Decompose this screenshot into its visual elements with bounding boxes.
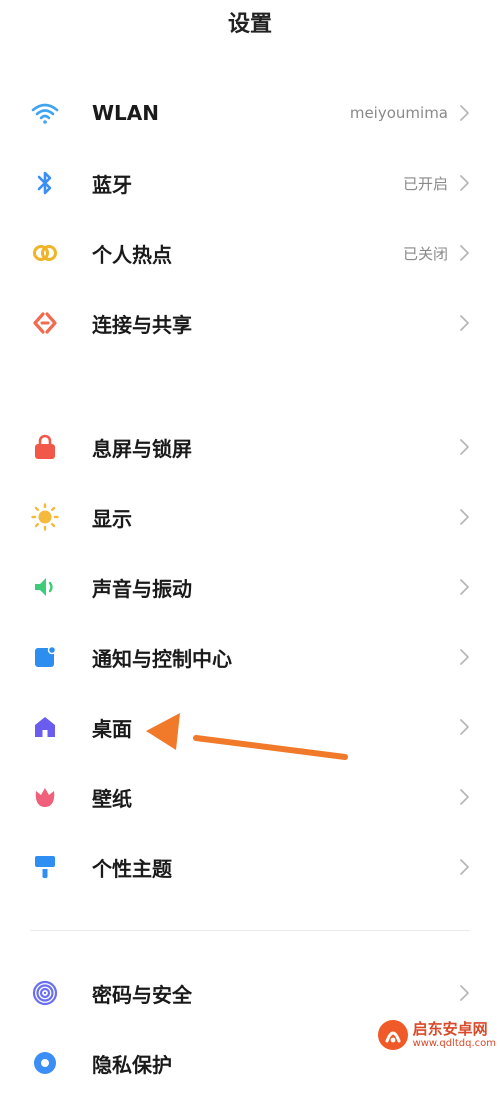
notification-icon (30, 642, 60, 672)
settings-item-label: 壁纸 (92, 786, 132, 811)
settings-item-sound[interactable]: 声音与振动 (0, 556, 500, 618)
chevron-right-icon (460, 175, 469, 191)
settings-item-label: 通知与控制中心 (92, 646, 232, 671)
paint-roller-icon (30, 852, 60, 882)
settings-item-label: 显示 (92, 506, 132, 531)
connection-sharing-icon (30, 308, 60, 338)
chevron-right-icon (460, 105, 469, 121)
watermark-logo: 启东安卓网 www.qdltdq.com (377, 1019, 496, 1051)
settings-item-label: WLAN (92, 101, 160, 125)
settings-item-label: 桌面 (92, 716, 132, 741)
flower-icon (30, 782, 60, 812)
settings-item-label: 息屏与锁屏 (92, 436, 192, 461)
sun-icon (30, 502, 60, 532)
settings-item-wallpaper[interactable]: 壁纸 (0, 766, 500, 828)
settings-item-notification[interactable]: 通知与控制中心 (0, 626, 500, 688)
settings-item-display[interactable]: 显示 (0, 486, 500, 548)
chevron-right-icon (460, 579, 469, 595)
wlan-network-name: meiyoumima (349, 104, 448, 122)
privacy-icon (30, 1048, 60, 1078)
settings-item-label: 个人热点 (92, 242, 172, 267)
hotspot-status: 已关闭 (402, 244, 448, 263)
bluetooth-status: 已开启 (402, 174, 448, 193)
section-divider (30, 930, 470, 931)
settings-item-label: 连接与共享 (92, 312, 192, 337)
home-icon (30, 712, 60, 742)
settings-item-label: 密码与安全 (92, 982, 192, 1007)
bluetooth-icon (30, 168, 60, 198)
settings-item-theme[interactable]: 个性主题 (0, 836, 500, 898)
settings-item-lockscreen[interactable]: 息屏与锁屏 (0, 416, 500, 478)
settings-item-wlan[interactable]: WLAN meiyoumima (0, 82, 500, 144)
settings-item-desktop[interactable]: 桌面 (0, 696, 500, 758)
chevron-right-icon (460, 649, 469, 665)
fingerprint-icon (30, 978, 60, 1008)
chevron-right-icon (460, 245, 469, 261)
hotspot-icon (30, 238, 60, 268)
speaker-icon (30, 572, 60, 602)
page-title: 设置 (227, 12, 272, 37)
settings-item-hotspot[interactable]: 个人热点 已关闭 (0, 222, 500, 284)
settings-item-label: 蓝牙 (92, 172, 132, 197)
settings-item-label: 隐私保护 (92, 1052, 172, 1077)
chevron-right-icon (460, 509, 469, 525)
lock-icon (30, 432, 60, 462)
settings-item-label: 声音与振动 (92, 576, 192, 601)
settings-item-label: 个性主题 (92, 856, 172, 881)
chevron-right-icon (460, 315, 469, 331)
chevron-right-icon (460, 439, 469, 455)
chevron-right-icon (460, 985, 469, 1001)
wifi-icon (30, 98, 60, 128)
settings-item-security[interactable]: 密码与安全 (0, 962, 500, 1024)
chevron-right-icon (460, 859, 469, 875)
chevron-right-icon (460, 719, 469, 735)
watermark-url: www.qdltdq.com (412, 1037, 496, 1049)
chevron-right-icon (460, 789, 469, 805)
watermark-logo-icon (377, 1020, 408, 1050)
settings-item-connection[interactable]: 连接与共享 (0, 292, 500, 354)
watermark-title: 启东安卓网 (412, 1020, 488, 1039)
settings-item-bluetooth[interactable]: 蓝牙 已开启 (0, 152, 500, 214)
